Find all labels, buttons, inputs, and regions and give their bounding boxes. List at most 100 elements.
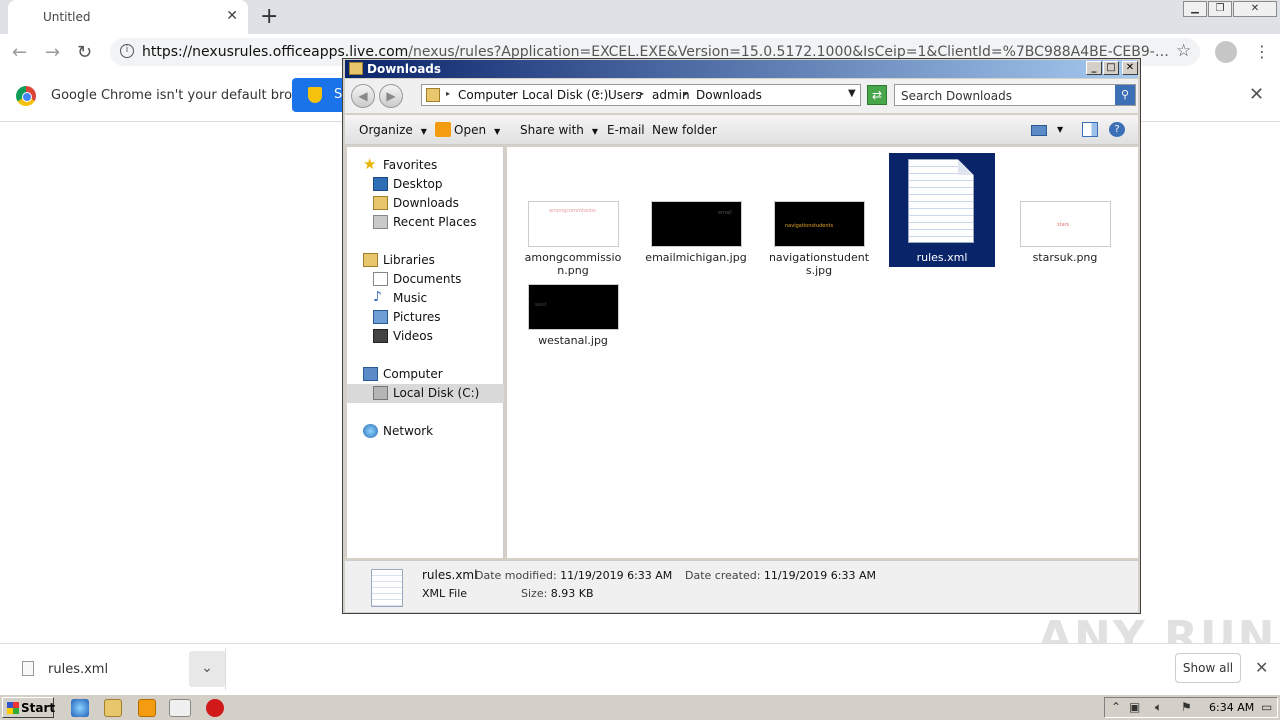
new-tab-icon[interactable]: + bbox=[260, 4, 278, 29]
info-icon[interactable]: i bbox=[120, 44, 134, 58]
breadcrumb-arrow-icon[interactable]: ▸ bbox=[640, 89, 644, 98]
address-dropdown-icon[interactable]: ▼ bbox=[848, 88, 856, 99]
view-dropdown-icon[interactable]: ▼ bbox=[1057, 125, 1063, 134]
close-tab-icon[interactable]: ✕ bbox=[226, 8, 238, 24]
nav-label: Network bbox=[383, 424, 434, 438]
nav-label: Documents bbox=[393, 272, 462, 286]
download-item[interactable]: rules.xml ⌄ bbox=[8, 648, 226, 690]
clock: 6:34 AM bbox=[1209, 701, 1255, 714]
detail-key: Size: bbox=[521, 587, 548, 600]
chevron-down-icon[interactable]: ⌄ bbox=[189, 651, 225, 687]
explorer-back-icon[interactable]: ◀ bbox=[351, 84, 375, 108]
thumbnail-text: west bbox=[535, 302, 547, 308]
forward-icon[interactable]: → bbox=[45, 42, 60, 63]
nav-label: Favorites bbox=[383, 158, 438, 172]
download-file-name: rules.xml bbox=[48, 662, 109, 677]
preview-pane-icon[interactable] bbox=[1082, 122, 1098, 137]
recent-places-icon bbox=[373, 215, 388, 229]
detail-value: 11/19/2019 6:33 AM bbox=[763, 569, 877, 582]
security-alert-icon[interactable] bbox=[206, 699, 224, 717]
explorer-maximize-icon[interactable]: □ bbox=[1103, 61, 1119, 75]
breadcrumb-arrow-icon[interactable]: ▸ bbox=[684, 89, 688, 98]
file-name: starsuk.png bbox=[1032, 251, 1098, 264]
thumbnail-text: amongcommission bbox=[549, 208, 597, 214]
file-name: westanal.jpg bbox=[538, 334, 608, 347]
new-folder-button[interactable]: New folder bbox=[652, 123, 717, 137]
file-item[interactable]: email emailmichigan.jpg bbox=[643, 153, 749, 267]
nav-local-disk[interactable]: Local Disk (C:) bbox=[347, 384, 504, 403]
chrome-taskbar-icon[interactable] bbox=[169, 699, 191, 717]
minimize-icon[interactable]: ▁ bbox=[1183, 1, 1207, 17]
share-with-label: Share with bbox=[520, 123, 584, 137]
infobar-close-icon[interactable]: ✕ bbox=[1249, 84, 1264, 105]
explorer-close-icon[interactable]: ✕ bbox=[1122, 61, 1138, 75]
breadcrumb-users[interactable]: Users bbox=[608, 88, 642, 102]
file-item[interactable]: west westanal.jpg bbox=[520, 236, 626, 350]
chevron-down-icon: ▼ bbox=[591, 127, 599, 136]
file-item[interactable]: stars starsuk.png bbox=[1012, 153, 1118, 267]
search-box[interactable]: ⚲ bbox=[894, 84, 1136, 106]
help-icon[interactable]: ? bbox=[1109, 122, 1125, 137]
menu-kebab-icon[interactable]: ⋮ bbox=[1254, 42, 1270, 61]
breadcrumb-arrow-icon[interactable]: ▸ bbox=[510, 89, 514, 98]
breadcrumb-computer[interactable]: Computer bbox=[458, 88, 518, 102]
explorer-window: Downloads _ □ ✕ ◀ ▶ ▸ Computer ▸ Local D… bbox=[342, 58, 1141, 614]
videos-icon bbox=[373, 329, 388, 343]
image-thumbnail: email bbox=[651, 201, 742, 247]
file-name: navigationstudents.jpg bbox=[768, 251, 870, 277]
tray-expand-icon[interactable]: ⌃ bbox=[1111, 700, 1121, 714]
breadcrumb-arrow-icon[interactable]: ▸ bbox=[596, 89, 600, 98]
details-file-name: rules.xml bbox=[422, 568, 478, 582]
image-thumbnail: stars bbox=[1020, 201, 1111, 247]
breadcrumb-arrow-icon[interactable]: ▸ bbox=[446, 89, 450, 98]
refresh-icon[interactable]: ⇄ bbox=[867, 85, 887, 105]
explorer-address-bar[interactable]: ▸ Computer ▸ Local Disk (C:) ▸ Users ▸ a… bbox=[421, 84, 861, 106]
show-desktop-icon[interactable]: ▭ bbox=[1261, 700, 1272, 714]
breadcrumb-downloads[interactable]: Downloads bbox=[696, 88, 762, 102]
organize-button[interactable]: Organize ▼ bbox=[359, 123, 427, 137]
start-label: Start bbox=[21, 701, 56, 715]
explorer-folder-icon[interactable] bbox=[104, 699, 122, 717]
star-icon: ★ bbox=[363, 155, 377, 173]
profile-avatar-icon[interactable] bbox=[1215, 41, 1237, 63]
network-tray-icon[interactable]: ▣ bbox=[1129, 700, 1140, 714]
restore-icon[interactable]: ❐ bbox=[1208, 1, 1232, 17]
explorer-title-bar[interactable]: Downloads _ □ ✕ bbox=[345, 60, 1138, 78]
download-bar-close-icon[interactable]: ✕ bbox=[1255, 658, 1268, 677]
file-item[interactable]: navigationstudents navigationstudents.jp… bbox=[766, 153, 872, 277]
drive-icon bbox=[373, 386, 388, 400]
close-window-icon[interactable]: ✕ bbox=[1233, 1, 1277, 17]
view-options-icon[interactable] bbox=[1031, 125, 1047, 136]
folder-icon bbox=[349, 62, 363, 75]
xml-document-icon bbox=[908, 159, 974, 243]
back-icon[interactable]: ← bbox=[12, 42, 27, 63]
bookmark-star-icon[interactable]: ☆ bbox=[1176, 41, 1191, 61]
internet-explorer-icon[interactable] bbox=[71, 699, 89, 717]
start-button[interactable]: Start bbox=[2, 697, 56, 718]
reload-icon[interactable]: ↻ bbox=[77, 42, 92, 63]
action-center-flag-icon[interactable]: ⚑ bbox=[1181, 700, 1192, 714]
open-button[interactable]: Open ▼ bbox=[454, 123, 500, 137]
share-with-button[interactable]: Share with ▼ bbox=[520, 123, 598, 137]
email-button[interactable]: E-mail bbox=[607, 123, 645, 137]
file-item-selected[interactable]: rules.xml bbox=[889, 153, 995, 267]
taskbar: Start ⌃ ▣ 🔈︎ ⚑ 6:34 AM ▭ bbox=[0, 694, 1280, 720]
detail-key: Date modified: bbox=[475, 569, 557, 582]
downloads-folder-icon bbox=[373, 196, 388, 210]
search-input[interactable] bbox=[901, 88, 1109, 103]
browser-tab[interactable]: Untitled ✕ bbox=[8, 0, 248, 34]
explorer-minimize-icon[interactable]: _ bbox=[1086, 61, 1102, 75]
detail-key: Date created: bbox=[685, 569, 761, 582]
nav-label: Local Disk (C:) bbox=[393, 386, 480, 400]
search-icon[interactable]: ⚲ bbox=[1115, 85, 1135, 105]
nav-label: Recent Places bbox=[393, 215, 477, 229]
media-player-icon[interactable] bbox=[138, 699, 156, 717]
show-all-button[interactable]: Show all bbox=[1175, 653, 1241, 683]
network-icon bbox=[363, 424, 378, 438]
thumbnail-text: navigationstudents bbox=[785, 223, 834, 229]
volume-icon[interactable]: 🔈︎ bbox=[1155, 700, 1162, 715]
file-list: amongcommission amongcommission.png emai… bbox=[507, 147, 1138, 558]
explorer-forward-icon[interactable]: ▶ bbox=[379, 84, 403, 108]
image-thumbnail: west bbox=[528, 284, 619, 330]
details-pane: rules.xml Date modified: 11/19/2019 6:33… bbox=[345, 560, 1138, 612]
